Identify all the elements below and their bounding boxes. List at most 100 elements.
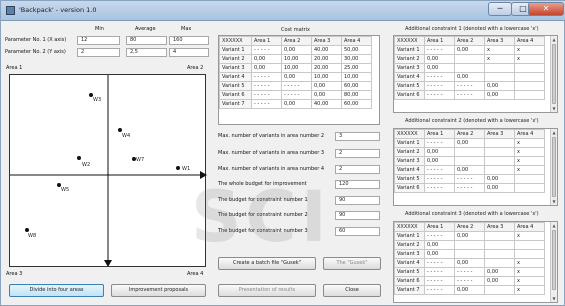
additional-1-cell[interactable] [454, 63, 485, 73]
scroll-thumb[interactable] [552, 230, 556, 290]
additional-1-cell[interactable]: x [484, 54, 515, 64]
additional-1-scrollbar[interactable]: ▲ ▼ [550, 36, 557, 112]
additional-3-cell[interactable]: - - - - - [424, 258, 455, 268]
cost-matrix-cell[interactable]: 0,00 [281, 72, 312, 82]
scroll-down-icon[interactable]: ▼ [551, 105, 557, 112]
minimize-button[interactable]: ─ [488, 2, 512, 16]
additional-2-cell[interactable]: 0,00 [424, 156, 455, 166]
additional-1-cell[interactable]: x [514, 45, 545, 55]
cost-matrix-cell[interactable]: 50,00 [341, 45, 372, 55]
title-bar[interactable]: 'Backpack' - version 1.0 ─ □ ✕ [1, 1, 565, 21]
point-w1[interactable] [176, 166, 180, 170]
additional-2-cell[interactable] [514, 174, 545, 184]
additional-2-scrollbar[interactable]: ▲ ▼ [550, 129, 557, 205]
additional-1-cell[interactable]: - - - - - [424, 72, 455, 82]
cost-matrix-cell[interactable]: 0,00 [251, 54, 282, 64]
additional-2-cell[interactable]: 0,00 [484, 174, 515, 184]
additional-1-cell[interactable]: - - - - - [424, 90, 455, 100]
cost-matrix-cell[interactable]: 80,00 [341, 90, 372, 100]
gusek-button[interactable]: The "Gusek" [323, 257, 381, 270]
additional-3-cell[interactable]: 0,00 [454, 231, 485, 241]
cost-matrix-cell[interactable]: 10,00 [341, 72, 372, 82]
additional-3-cell[interactable]: x [514, 276, 545, 286]
param1-average-input[interactable]: 80 [126, 36, 167, 45]
additional-3-cell[interactable] [454, 240, 485, 250]
cost-matrix-cell[interactable]: 60,00 [341, 99, 372, 109]
cost-matrix-cell[interactable]: 0,00 [251, 63, 282, 73]
additional-3-cell[interactable] [514, 249, 545, 259]
presentation-results-button[interactable]: Presentation of results [218, 284, 316, 297]
param1-max-input[interactable]: 160 [169, 36, 209, 45]
scroll-down-icon[interactable]: ▼ [551, 295, 557, 302]
scroll-up-icon[interactable]: ▲ [551, 129, 557, 136]
additional-3-cell[interactable]: 0,00 [454, 258, 485, 268]
additional-2-cell[interactable] [514, 183, 545, 193]
additional-2-cell[interactable]: - - - - - [424, 165, 455, 175]
cost-matrix-cell[interactable]: 10,00 [311, 72, 342, 82]
point-w8[interactable] [25, 228, 29, 232]
additional-1-cell[interactable]: - - - - - [424, 45, 455, 55]
additional-1-cell[interactable]: 0,00 [484, 90, 515, 100]
additional-3-cell[interactable] [484, 240, 515, 250]
cost-matrix-cell[interactable]: - - - - - [251, 72, 282, 82]
additional-3-cell[interactable] [454, 249, 485, 259]
additional-1-cell[interactable]: - - - - - [454, 90, 485, 100]
constraint-input[interactable]: 60 [335, 227, 380, 236]
additional-2-cell[interactable]: - - - - - [454, 183, 485, 193]
additional-1-cell[interactable] [484, 72, 515, 82]
close-window-button[interactable]: ✕ [528, 2, 564, 16]
additional-1-cell[interactable]: 0,00 [454, 72, 485, 82]
additional-2-cell[interactable] [454, 156, 485, 166]
constraint-input[interactable]: 120 [335, 180, 380, 189]
cost-matrix-cell[interactable]: - - - - - [251, 90, 282, 100]
param2-average-input[interactable]: 2,5 [126, 48, 167, 57]
constraint-input[interactable]: 90 [335, 196, 380, 205]
cost-matrix-cell[interactable]: - - - - - [251, 45, 282, 55]
cost-matrix-cell[interactable]: 40,00 [311, 45, 342, 55]
param1-min-input[interactable]: 12 [77, 36, 120, 45]
cost-matrix-cell[interactable]: 10,00 [281, 54, 312, 64]
cost-matrix-cell[interactable]: 25,00 [341, 63, 372, 73]
additional-2-cell[interactable] [484, 165, 515, 175]
additional-1-cell[interactable]: - - - - - [424, 81, 455, 91]
additional-3-cell[interactable]: - - - - - [424, 231, 455, 241]
point-w2[interactable] [77, 156, 81, 160]
additional-3-cell[interactable] [484, 258, 515, 268]
additional-2-cell[interactable]: 0,00 [484, 183, 515, 193]
cost-matrix-cell[interactable]: - - - - - [281, 81, 312, 91]
param2-max-input[interactable]: 4 [169, 48, 209, 57]
additional-2-cell[interactable]: - - - - - [424, 174, 455, 184]
additional-3-cell[interactable] [484, 285, 515, 295]
constraint-input[interactable]: 90 [335, 211, 380, 220]
additional-1-cell[interactable]: 0,00 [454, 45, 485, 55]
cost-matrix-cell[interactable]: 0,00 [311, 81, 342, 91]
additional-2-cell[interactable] [484, 147, 515, 157]
additional-2-cell[interactable]: 0,00 [424, 147, 455, 157]
additional-1-cell[interactable]: 0,00 [484, 81, 515, 91]
additional-1-cell[interactable] [484, 63, 515, 73]
additional-1-cell[interactable]: 0,00 [424, 54, 455, 64]
cost-matrix-cell[interactable]: 20,00 [311, 63, 342, 73]
constraint-input[interactable]: 2 [335, 165, 380, 174]
additional-3-scrollbar[interactable]: ▲ ▼ [550, 222, 557, 302]
additional-3-cell[interactable]: x [514, 267, 545, 277]
cost-matrix-cell[interactable]: 30,00 [341, 54, 372, 64]
additional-1-cell[interactable]: 0,00 [424, 63, 455, 73]
additional-3-cell[interactable]: - - - - - [424, 267, 455, 277]
additional-2-cell[interactable]: - - - - - [454, 174, 485, 184]
additional-2-cell[interactable] [454, 147, 485, 157]
cost-matrix-cell[interactable]: - - - - - [251, 99, 282, 109]
additional-3-cell[interactable]: 0,00 [484, 267, 515, 277]
cost-matrix-cell[interactable]: - - - - - [281, 90, 312, 100]
additional-1-cell[interactable] [514, 72, 545, 82]
additional-3-cell[interactable]: 0,00 [424, 240, 455, 250]
additional-3-cell[interactable]: - - - - - [454, 276, 485, 286]
constraint-input[interactable]: 3 [335, 132, 380, 141]
cost-matrix-cell[interactable]: 10,00 [281, 63, 312, 73]
additional-3-cell[interactable]: 0,00 [424, 249, 455, 259]
scroll-up-icon[interactable]: ▲ [551, 36, 557, 43]
additional-1-cell[interactable] [514, 81, 545, 91]
scroll-thumb[interactable] [552, 44, 556, 104]
cost-matrix-cell[interactable]: 0,00 [311, 90, 342, 100]
cost-matrix-cell[interactable]: 0,00 [281, 99, 312, 109]
